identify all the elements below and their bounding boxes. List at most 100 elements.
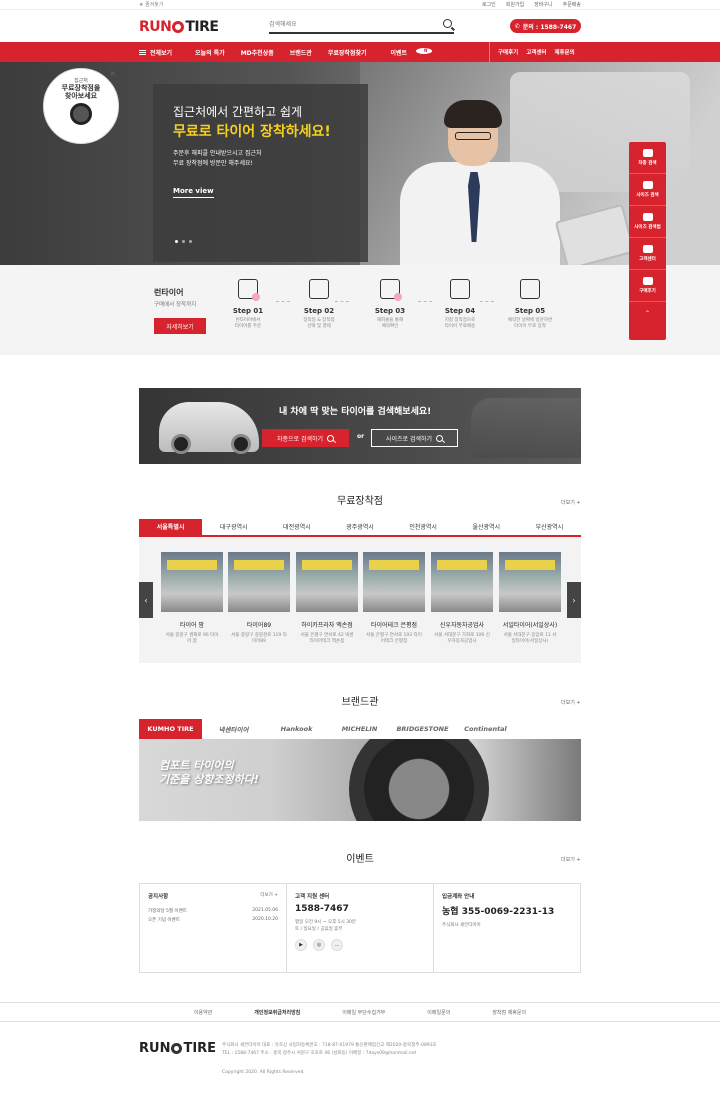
nav-customer-center[interactable]: 고객센터 [526, 48, 546, 56]
find-installer-popup[interactable]: × 집근처 무료장착점을 찾아보세요 [43, 68, 119, 144]
truck-icon [450, 279, 470, 299]
footer-logo[interactable]: RUN TIRE [139, 1041, 216, 1056]
search-by-car-button[interactable]: 차종으로 검색하기 [262, 429, 349, 447]
youtube-icon[interactable]: ▶ [295, 939, 307, 951]
close-icon[interactable]: × [109, 69, 116, 78]
scroll-top-button[interactable]: ⌃ [629, 302, 666, 324]
quick-size-search[interactable]: 사이즈 검색 [629, 174, 666, 206]
hero-pagination [175, 240, 192, 243]
brand-tab-nexen[interactable]: 넥센타이어 [202, 724, 265, 734]
site-header: RUN TIRE ✆ 문의 : 1588-7467 [0, 10, 720, 42]
login-link[interactable]: 로그인 [482, 1, 496, 8]
footer-terms-link[interactable]: 이용약관 [194, 1009, 212, 1016]
step-item: Step 02 장착일 & 장착점 선택 및 결제 [289, 279, 349, 330]
nav-find-installer[interactable]: 무료장착점찾기 [320, 48, 375, 57]
install-more-link[interactable]: 더보기 + [561, 499, 581, 506]
talk-icon[interactable]: … [331, 939, 343, 951]
search-input[interactable] [269, 16, 434, 32]
nav-event[interactable]: 이벤트 N [374, 47, 440, 57]
brand-tab-continental[interactable]: Continental [454, 725, 517, 733]
brand-tab-bridgestone[interactable]: BRIDGESTONE [391, 725, 454, 733]
search-icon[interactable] [443, 19, 452, 28]
favorite-link[interactable]: ★ 즐겨찾기 [139, 1, 163, 8]
brand-more-link[interactable]: 더보기 + [561, 699, 581, 706]
shop-image [499, 552, 561, 612]
shop-card[interactable]: 신우자동차공업사 서울 서대문구 가좌로 106 신 우자동차공업사 [431, 552, 493, 645]
steps-subtitle: 구매에서 장착까지 [154, 302, 197, 308]
hero-text-box: 집근처에서 간편하고 쉽게 무료로 타이어 장착하세요! 주문후 해피콜 안내받… [153, 84, 368, 262]
hero-dot[interactable] [175, 240, 178, 243]
search-by-size-button[interactable]: 사이즈로 검색하기 [371, 429, 458, 447]
shop-card[interactable]: 서일타이어(서일상사) 서울 서대문구 응암로 11 서 일타이어(서일상사) [499, 552, 561, 645]
instagram-icon[interactable]: ◎ [313, 939, 325, 951]
search-bar [269, 16, 454, 34]
install-section-title: 무료장착점 [337, 496, 383, 507]
footer-email-refusal-link[interactable]: 이메일 무단수집거부 [342, 1009, 385, 1016]
quick-size-guide[interactable]: 사이즈 검색법 [629, 206, 666, 238]
nav-brand[interactable]: 브랜드관 [282, 48, 320, 57]
brand-banner[interactable]: 컴포트 타이어의 기준을 상향조정하다! [139, 739, 581, 821]
notice-box: 공지사항 더보기 + 가정의달 5월 이벤트 2021.05.06 오픈 기념 이… [140, 884, 287, 972]
order-tracking-link[interactable]: 주문배송 [563, 1, 581, 8]
nav-md-pick[interactable]: MD추천상품 [233, 48, 282, 57]
quick-car-search[interactable]: 차종 검색 [629, 142, 666, 174]
shop-image [161, 552, 223, 612]
nav-partnership[interactable]: 제휴문의 [555, 48, 575, 56]
tire-logo-icon [172, 21, 185, 33]
tire-icon [642, 181, 653, 189]
company-info: 주식회사 세븐타이어 대표 : 유호상 사업자등록번호 : 718-87-019… [222, 1043, 437, 1056]
tab-seoul[interactable]: 서울특별시 [139, 519, 203, 535]
notice-row[interactable]: 오픈 기념 이벤트 2020.10.20 [148, 917, 278, 923]
brand-tab-kumho[interactable]: KUMHO TIRE [139, 719, 202, 739]
nav-reviews[interactable]: 구매후기 [498, 48, 518, 56]
site-logo[interactable]: RUN TIRE [139, 19, 219, 35]
shop-card[interactable]: 타이어테크 은평점 서울 은평구 연서로 193 타이 어테크 은평점 [363, 552, 425, 645]
shop-card[interactable]: 하이카프라자 엑손점 서울 은평구 연서로 42 넥센 타이어테크 엑손점 [296, 552, 358, 645]
event-more-link[interactable]: 더보기 + [561, 856, 581, 863]
customer-support-box: 고객 지원 센터 1588-7467 평일 오전 9시 ~ 오후 5시 30분 … [287, 884, 434, 972]
step-item: Step 03 해피콜을 통해 예약확인 [360, 279, 420, 330]
brand-tab-michelin[interactable]: MICHELIN [328, 725, 391, 733]
quick-reviews[interactable]: 구매후기 [629, 270, 666, 302]
hero-more-view-link[interactable]: More view [173, 187, 214, 198]
info-boxes: 공지사항 더보기 + 가정의달 5월 이벤트 2021.05.06 오픈 기념 이… [139, 883, 581, 973]
prev-arrow[interactable]: ‹ [139, 582, 153, 618]
tab-gwangju[interactable]: 광주광역시 [328, 519, 391, 535]
brand-tab-hankook[interactable]: Hankook [265, 725, 328, 733]
tire-search-title: 내 차에 딱 맞는 타이어를 검색해보세요! [279, 407, 432, 417]
tab-busan[interactable]: 부산광역시 [518, 519, 581, 535]
steps-detail-button[interactable]: 자세히보기 [154, 318, 206, 334]
nav-today-deal[interactable]: 오늘의 특가 [187, 48, 233, 57]
quick-customer-center[interactable]: 고객센터 [629, 238, 666, 270]
footer-links: 이용약관 개인정보취급처리방침 이메일 무단수집거부 이메일문의 장착점 제휴문… [0, 1002, 720, 1022]
shop-image [363, 552, 425, 612]
step-item: Step 05 예약한 날짜에 방문하면 타이어 무료 장착 [500, 279, 560, 330]
signup-link[interactable]: 회원가입 [506, 1, 524, 8]
notice-more-link[interactable]: 더보기 + [260, 892, 278, 898]
search-icon [327, 434, 335, 442]
phone-inquiry-button[interactable]: ✆ 문의 : 1588-7467 [510, 19, 581, 33]
notice-row[interactable]: 가정의달 5월 이벤트 2021.05.06 [148, 908, 278, 914]
chat-icon [642, 277, 653, 285]
step-item: Step 04 지정 장착점으로 타이어 무료배송 [430, 279, 490, 330]
top-utility-bar: ★ 즐겨찾기 로그인 회원가입 장바구니 주문배송 [0, 0, 720, 10]
shop-image [228, 552, 290, 612]
shop-image [296, 552, 358, 612]
cart-link[interactable]: 장바구니 [534, 1, 552, 8]
hero-dot[interactable] [182, 240, 185, 243]
next-arrow[interactable]: › [567, 582, 581, 618]
tire-icon [520, 279, 540, 299]
all-menu-button[interactable]: 전체보기 [139, 48, 187, 57]
shop-card[interactable]: 타이어89 서울 중랑구 중랑천로 119 타 이어89 [228, 552, 290, 645]
tab-ulsan[interactable]: 울산광역시 [455, 519, 518, 535]
tab-daegu[interactable]: 대구광역시 [202, 519, 265, 535]
hero-dot[interactable] [189, 240, 192, 243]
footer-partner-link[interactable]: 장착점 제휴문의 [492, 1009, 526, 1016]
car-icon [642, 149, 653, 157]
footer-privacy-link[interactable]: 개인정보취급처리방침 [254, 1009, 300, 1016]
tab-incheon[interactable]: 인천광역시 [392, 519, 455, 535]
shop-card[interactable]: 타이어 팜 서울 중랑구 겸재로 96 타이 어 팜 [161, 552, 223, 645]
bank-account-box: 입금계좌 안내 농협 355-0069-2231-13 주식회사 세븐타이어 [434, 884, 580, 972]
footer-email-inquiry-link[interactable]: 이메일문의 [427, 1009, 450, 1016]
tab-daejeon[interactable]: 대전광역시 [265, 519, 328, 535]
